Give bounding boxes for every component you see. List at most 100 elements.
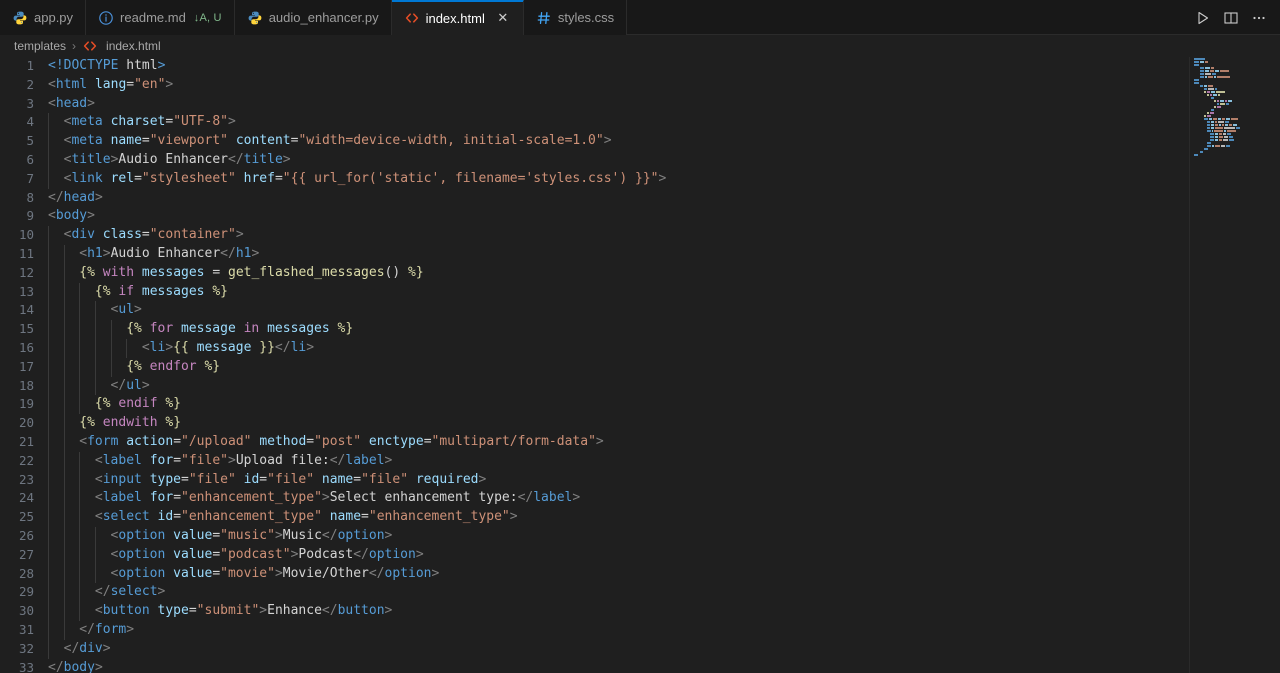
code-line[interactable]: 25 <select id="enhancement_type" name="en… <box>0 508 1280 527</box>
html-file-icon <box>405 13 418 23</box>
code-token: "enhancement_type" <box>181 490 322 506</box>
minimap-token <box>1212 93 1217 96</box>
code-line-content[interactable]: <label for="enhancement_type">Select enh… <box>48 489 1280 509</box>
code-line-content[interactable]: <h1>Audio Enhancer</h1> <box>48 244 1280 264</box>
code-line[interactable]: 29 </select> <box>0 583 1280 603</box>
code-lines-container[interactable]: 1 <!DOCTYPE html> 2 <html lang="en"> 3 <head>… <box>0 57 1280 673</box>
code-line-content[interactable]: {% for message in messages %} <box>48 320 1280 339</box>
code-line[interactable]: 7 <link rel="stylesheet" href="{{ url_for… <box>0 169 1280 189</box>
minimap-token <box>1218 132 1222 135</box>
code-line[interactable]: 9 <body> <box>0 207 1280 226</box>
line-number: 26 <box>18 527 34 543</box>
code-line-content[interactable]: {% if messages %} <box>48 282 1280 302</box>
code-line-content[interactable]: {% endwith %} <box>48 414 1280 433</box>
code-line[interactable]: 23 <input type="file" id="file" name="fil… <box>0 470 1280 490</box>
code-line[interactable]: 31 </form> <box>0 620 1280 640</box>
minimap-token <box>1217 105 1222 108</box>
code-editor[interactable]: 1 <!DOCTYPE html> 2 <html lang="en"> 3 <head>… <box>0 57 1280 673</box>
code-line[interactable]: 27 <option value="podcast">Podcast</optio… <box>0 545 1280 565</box>
code-line[interactable]: 12 {% with messages = get_flashed_message… <box>0 263 1280 283</box>
run-file-button[interactable] <box>1190 5 1216 31</box>
code-line[interactable]: 30 <button type="submit">Enhance</button> <box>0 602 1280 621</box>
code-token: value <box>173 527 213 543</box>
code-line-content[interactable]: <body> <box>48 207 1280 226</box>
code-line-content[interactable]: <link rel="stylesheet" href="{{ url_for(… <box>48 169 1280 189</box>
code-line-content[interactable]: <option value="music">Music</option> <box>48 526 1280 546</box>
code-line[interactable]: 3 <head> <box>0 95 1280 114</box>
code-line-content[interactable]: </div> <box>48 639 1280 659</box>
code-token: Movie/Other <box>282 565 369 581</box>
code-line[interactable]: 2 <html lang="en"> <box>0 76 1280 95</box>
editor-tab-app-py[interactable]: app.py <box>0 0 87 35</box>
editor-tab-index-html[interactable]: index.html ✕ <box>391 0 524 35</box>
code-line[interactable]: 19 {% endif %} <box>0 395 1280 415</box>
code-line-content[interactable]: <option value="podcast">Podcast</option> <box>48 545 1280 565</box>
breadcrumb-item-templates[interactable]: templates <box>14 39 66 53</box>
code-line-content[interactable]: </form> <box>48 620 1280 640</box>
code-line[interactable]: 15 {% for message in messages %} <box>0 320 1280 339</box>
minimap-token <box>1214 69 1219 72</box>
code-line[interactable]: 28 <option value="movie">Movie/Other</opt… <box>0 564 1280 584</box>
code-token: meta <box>71 133 103 149</box>
code-line-content[interactable]: <html lang="en"> <box>48 76 1280 95</box>
code-line-content[interactable]: <head> <box>48 95 1280 114</box>
code-line[interactable]: 18 </ul> <box>0 376 1280 396</box>
code-line[interactable]: 24 <label for="enhancement_type">Select e… <box>0 489 1280 509</box>
code-line-content[interactable]: {% endif %} <box>48 395 1280 415</box>
code-line-content[interactable]: </ul> <box>48 376 1280 396</box>
code-line-content[interactable]: <meta charset="UTF-8"> <box>48 113 1280 133</box>
code-line[interactable]: 13 {% if messages %} <box>0 282 1280 302</box>
code-line[interactable]: 14 <ul> <box>0 301 1280 321</box>
code-line[interactable]: 5 <meta name="viewport" content="width=de… <box>0 132 1280 151</box>
code-line-content[interactable]: <li>{{ message }}</li> <box>48 338 1280 358</box>
code-line[interactable]: 17 {% endfor %} <box>0 357 1280 377</box>
minimap-token <box>1207 129 1211 132</box>
code-line-content[interactable]: </select> <box>48 583 1280 603</box>
editor-tab-styles-css[interactable]: styles.css <box>523 0 628 35</box>
editor-tab-readme-md[interactable]: readme.md ↓A, U <box>86 0 235 35</box>
code-line-content[interactable]: </body> <box>48 659 1280 673</box>
code-token: "submit" <box>196 603 260 619</box>
code-line[interactable]: 20 {% endwith %} <box>0 414 1280 433</box>
code-line[interactable]: 4 <meta charset="UTF-8"> <box>0 113 1280 133</box>
code-line-content[interactable]: <ul> <box>48 301 1280 321</box>
code-line[interactable]: 21 <form action="/upload" method="post" e… <box>0 432 1280 452</box>
code-line[interactable]: 6 <title>Audio Enhancer</title> <box>0 150 1280 170</box>
code-line[interactable]: 16 <li>{{ message }}</li> <box>0 338 1280 358</box>
code-line-content[interactable]: <button type="submit">Enhance</button> <box>48 602 1280 621</box>
more-actions-button[interactable] <box>1246 5 1272 31</box>
code-line-content[interactable]: <form action="/upload" method="post" enc… <box>48 432 1280 452</box>
code-line[interactable]: 22 <label for="file">Upload file:</label> <box>0 451 1280 471</box>
code-line[interactable]: 8 </head> <box>0 189 1280 208</box>
minimap-token <box>1210 93 1212 96</box>
code-line[interactable]: 11 <h1>Audio Enhancer</h1> <box>0 244 1280 264</box>
code-line[interactable]: 1 <!DOCTYPE html> <box>0 57 1280 76</box>
code-line-content[interactable]: <input type="file" id="file" name="file"… <box>48 470 1280 490</box>
code-line-content[interactable]: <meta name="viewport" content="width=dev… <box>48 132 1280 151</box>
code-line-content[interactable]: <label for="file">Upload file:</label> <box>48 451 1280 471</box>
code-line[interactable]: 10 <div class="container"> <box>0 226 1280 245</box>
split-editor-button[interactable] <box>1218 5 1244 31</box>
code-line[interactable]: 26 <option value="music">Music</option> <box>0 526 1280 546</box>
code-token: > <box>259 603 268 619</box>
editor-tab-audio-enhancer-py[interactable]: audio_enhancer.py <box>234 0 392 35</box>
code-token: = <box>306 433 315 449</box>
tab-close-button[interactable]: ✕ <box>495 10 511 26</box>
code-token: > <box>157 58 166 73</box>
code-line-content[interactable]: <title>Audio Enhancer</title> <box>48 150 1280 170</box>
code-line-content[interactable]: <select id="enhancement_type" name="enha… <box>48 508 1280 527</box>
code-line-content[interactable]: <option value="movie">Movie/Other</optio… <box>48 564 1280 584</box>
code-line-content[interactable]: {% endfor %} <box>48 357 1280 377</box>
code-line-content[interactable]: <div class="container"> <box>48 226 1280 245</box>
code-line[interactable]: 32 </div> <box>0 639 1280 659</box>
code-line-content[interactable]: </head> <box>48 189 1280 208</box>
code-line[interactable]: 33 </body> <box>0 659 1280 673</box>
code-token: if <box>118 283 135 299</box>
code-line-content[interactable]: {% with messages = get_flashed_messages(… <box>48 263 1280 283</box>
line-number: 5 <box>26 133 34 149</box>
editor-minimap[interactable] <box>1190 57 1280 673</box>
breadcrumb-item-index-html[interactable]: index.html <box>106 39 161 53</box>
code-line-content[interactable]: <!DOCTYPE html> <box>48 57 1280 76</box>
